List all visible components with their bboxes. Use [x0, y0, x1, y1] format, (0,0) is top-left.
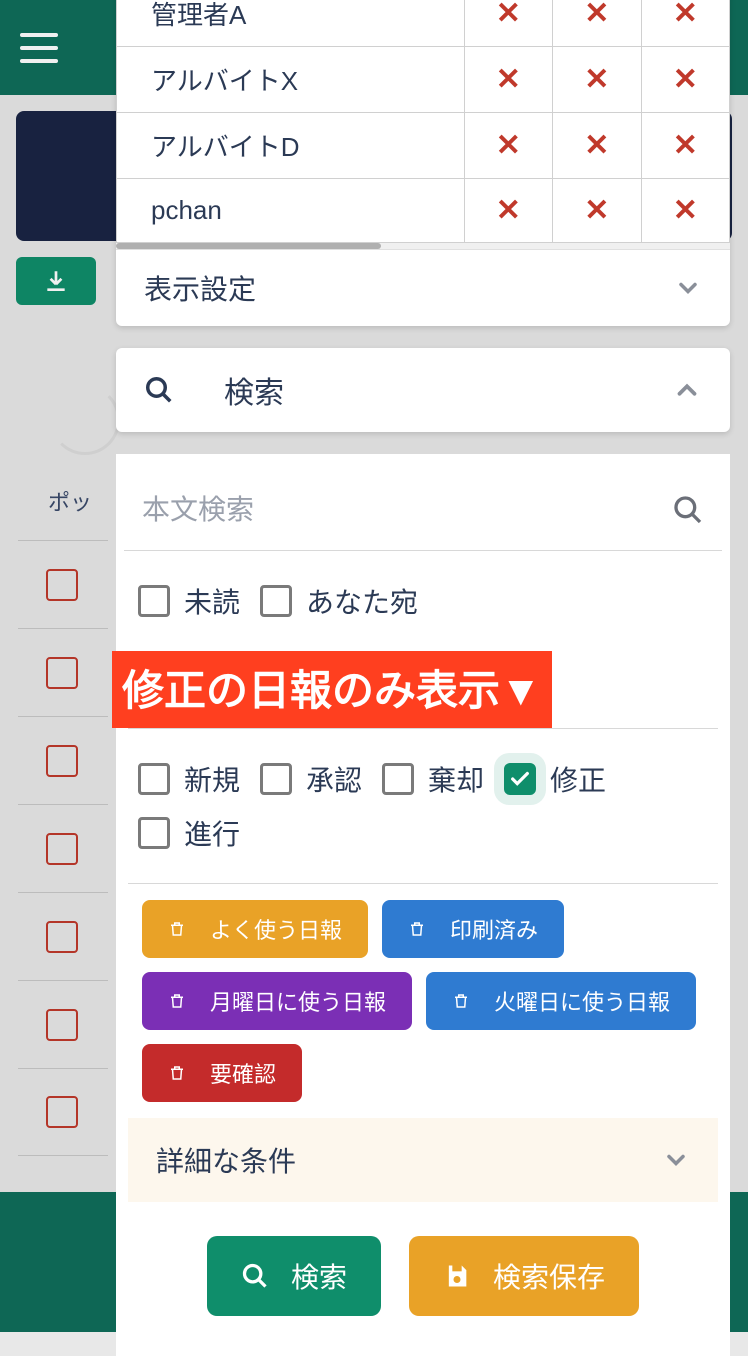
- staff-name[interactable]: 管理者A: [117, 0, 465, 47]
- table-row: アルバイトX ✕ ✕ ✕: [117, 47, 730, 113]
- search-header-label: 検索: [224, 368, 284, 412]
- tag-printed[interactable]: 印刷済み: [382, 900, 564, 958]
- checkbox-unread[interactable]: 未読: [138, 581, 240, 621]
- checkbox-progress[interactable]: 進行: [138, 813, 240, 853]
- status-cell[interactable]: ✕: [553, 47, 641, 113]
- text-search-input[interactable]: [142, 494, 672, 526]
- advanced-label: 詳細な条件: [156, 1140, 296, 1180]
- check-icon: [509, 768, 531, 790]
- tag-monday[interactable]: 月曜日に使う日報: [142, 972, 412, 1030]
- status-cell[interactable]: ✕: [464, 179, 552, 243]
- trash-icon: [168, 919, 186, 939]
- side-panel: 管理者A ✕ ✕ ✕ アルバイトX ✕ ✕ ✕ アルバイトD ✕ ✕ ✕: [98, 0, 748, 1332]
- checkbox-to-you[interactable]: あなた宛: [260, 581, 418, 621]
- status-cell[interactable]: ✕: [553, 0, 641, 47]
- status-cell[interactable]: ✕: [464, 113, 552, 179]
- display-settings-label: 表示設定: [144, 268, 256, 308]
- checkbox-new[interactable]: 新規: [138, 759, 240, 799]
- checkbox-approved[interactable]: 承認: [260, 759, 362, 799]
- search-button[interactable]: 検索: [207, 1236, 381, 1316]
- table-row: アルバイトD ✕ ✕ ✕: [117, 113, 730, 179]
- trash-icon: [452, 991, 470, 1011]
- trash-icon: [168, 1063, 186, 1083]
- display-settings-toggle[interactable]: 表示設定: [116, 249, 730, 326]
- search-header-card: 検索: [116, 348, 730, 432]
- text-search-row: [124, 494, 722, 551]
- search-body: 未読 あなた宛 修正の日報のみ表示▼ 新規 承認 棄却: [116, 454, 730, 1356]
- filter-row-status2: 進行: [116, 813, 730, 883]
- trash-icon: [408, 919, 426, 939]
- search-icon[interactable]: [672, 494, 704, 526]
- table-row: 管理者A ✕ ✕ ✕: [117, 0, 730, 47]
- staff-card: 管理者A ✕ ✕ ✕ アルバイトX ✕ ✕ ✕ アルバイトD ✕ ✕ ✕: [116, 0, 730, 326]
- search-icon: [144, 375, 174, 405]
- status-cell[interactable]: ✕: [641, 47, 729, 113]
- tag-frequent[interactable]: よく使う日報: [142, 900, 368, 958]
- save-icon: [443, 1262, 471, 1290]
- chevron-down-icon: [674, 274, 702, 302]
- tag-need-check[interactable]: 要確認: [142, 1044, 302, 1102]
- status-cell[interactable]: ✕: [641, 179, 729, 243]
- search-section-toggle[interactable]: 検索: [116, 348, 730, 432]
- tag-row: よく使う日報 印刷済み 月曜日に使う日報 火曜日に使う日報: [128, 883, 718, 1118]
- status-cell[interactable]: ✕: [641, 113, 729, 179]
- status-cell[interactable]: ✕: [553, 179, 641, 243]
- staff-name[interactable]: アルバイトD: [117, 113, 465, 179]
- filter-row-status: 新規 承認 棄却 修正: [116, 729, 730, 813]
- chevron-up-icon: [672, 375, 702, 405]
- status-cell[interactable]: ✕: [641, 0, 729, 47]
- status-cell[interactable]: ✕: [464, 47, 552, 113]
- status-cell[interactable]: ✕: [553, 113, 641, 179]
- action-row: 検索 検索保存: [116, 1202, 730, 1316]
- tag-tuesday[interactable]: 火曜日に使う日報: [426, 972, 696, 1030]
- chevron-down-icon: [662, 1146, 690, 1174]
- staff-table-scroll[interactable]: 管理者A ✕ ✕ ✕ アルバイトX ✕ ✕ ✕ アルバイトD ✕ ✕ ✕: [116, 0, 730, 243]
- search-icon: [241, 1262, 269, 1290]
- save-search-button[interactable]: 検索保存: [409, 1236, 639, 1316]
- checkbox-fixed[interactable]: 修正: [504, 759, 606, 799]
- filter-row-top: 未読 あなた宛: [116, 551, 730, 651]
- table-row: pchan ✕ ✕ ✕: [117, 179, 730, 243]
- status-cell[interactable]: ✕: [464, 0, 552, 47]
- advanced-conditions-toggle[interactable]: 詳細な条件: [128, 1118, 718, 1202]
- staff-table: 管理者A ✕ ✕ ✕ アルバイトX ✕ ✕ ✕ アルバイトD ✕ ✕ ✕: [116, 0, 730, 243]
- annotation-banner: 修正の日報のみ表示▼: [112, 651, 552, 728]
- checkbox-rejected[interactable]: 棄却: [382, 759, 484, 799]
- trash-icon: [168, 991, 186, 1011]
- staff-name[interactable]: アルバイトX: [117, 47, 465, 113]
- staff-name[interactable]: pchan: [117, 179, 465, 243]
